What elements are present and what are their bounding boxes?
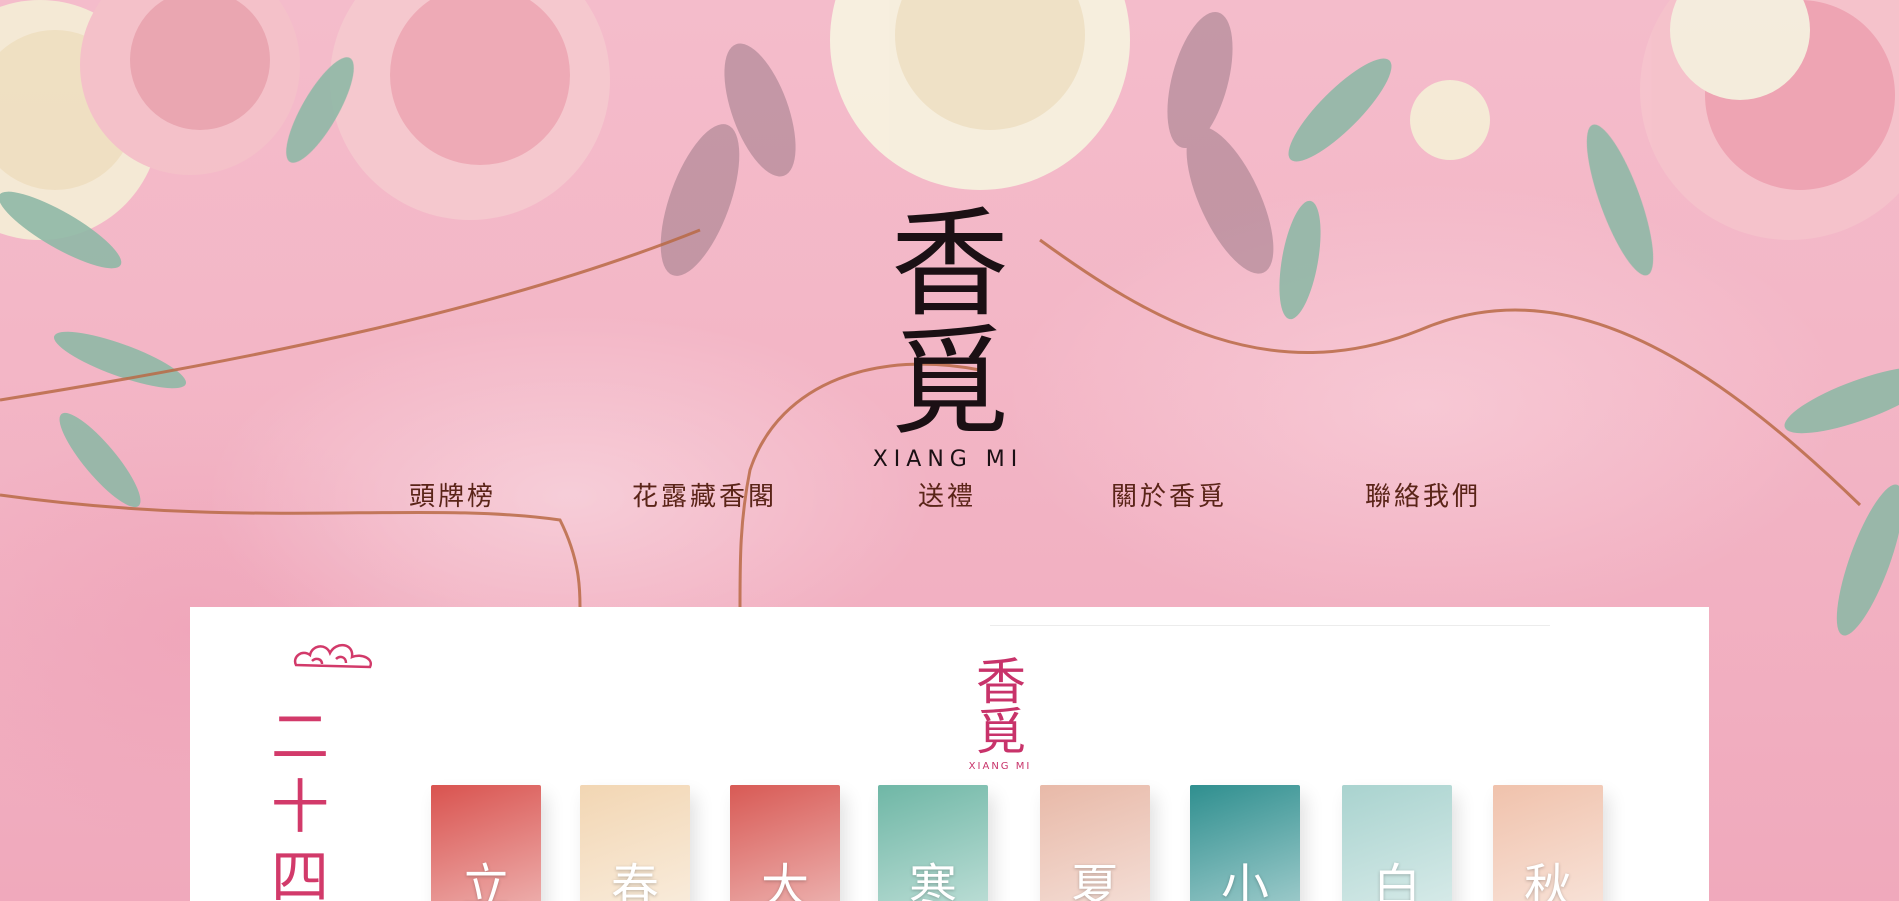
main-navigation: 頭牌榜 花露藏香閣 送禮 關於香覓 聯絡我們 [0, 476, 1899, 516]
product-box-label: 夏 [1070, 859, 1119, 901]
logo-subtitle: XIANG MI [872, 447, 1024, 472]
featured-banner[interactable]: 二十四 香覓 XIANG MI 立 春 大 寒 夏 小 白 秋 [190, 607, 1709, 901]
nav-item-about[interactable]: 關於香覓 [1111, 476, 1227, 513]
banner-logo: 香覓 XIANG MI [960, 657, 1040, 772]
nav-item-perfume-pavilion[interactable]: 花露藏香閣 [632, 476, 777, 513]
logo-mark: 香覓 [890, 195, 1009, 451]
nav-item-contact[interactable]: 聯絡我們 [1365, 476, 1481, 513]
product-box-label: 小 [1220, 859, 1269, 901]
product-box[interactable]: 立 [431, 785, 541, 901]
product-box[interactable]: 春 [580, 785, 690, 901]
product-box[interactable]: 寒 [878, 785, 988, 901]
product-box[interactable]: 秋 [1493, 785, 1603, 901]
collection-title: 二十四 [270, 703, 329, 901]
nav-item-rankings[interactable]: 頭牌榜 [409, 476, 496, 513]
nav-item-gifts[interactable]: 送禮 [918, 476, 976, 513]
product-box-label: 寒 [908, 859, 957, 901]
brand-logo[interactable]: 香覓 XIANG MI [848, 205, 1048, 472]
product-box[interactable]: 大 [730, 785, 840, 901]
divider [990, 625, 1550, 626]
banner-logo-subtitle: XIANG MI [968, 761, 1032, 772]
product-box[interactable]: 小 [1190, 785, 1300, 901]
product-box[interactable]: 夏 [1040, 785, 1150, 901]
product-box[interactable]: 白 [1342, 785, 1452, 901]
product-box-label: 春 [610, 859, 659, 901]
banner-logo-mark: 香覓 [976, 653, 1026, 761]
product-box-label: 大 [760, 859, 809, 901]
product-box-label: 秋 [1523, 859, 1572, 901]
product-box-label: 白 [1372, 859, 1421, 901]
product-box-label: 立 [461, 859, 510, 901]
cloud-icon [293, 644, 373, 669]
